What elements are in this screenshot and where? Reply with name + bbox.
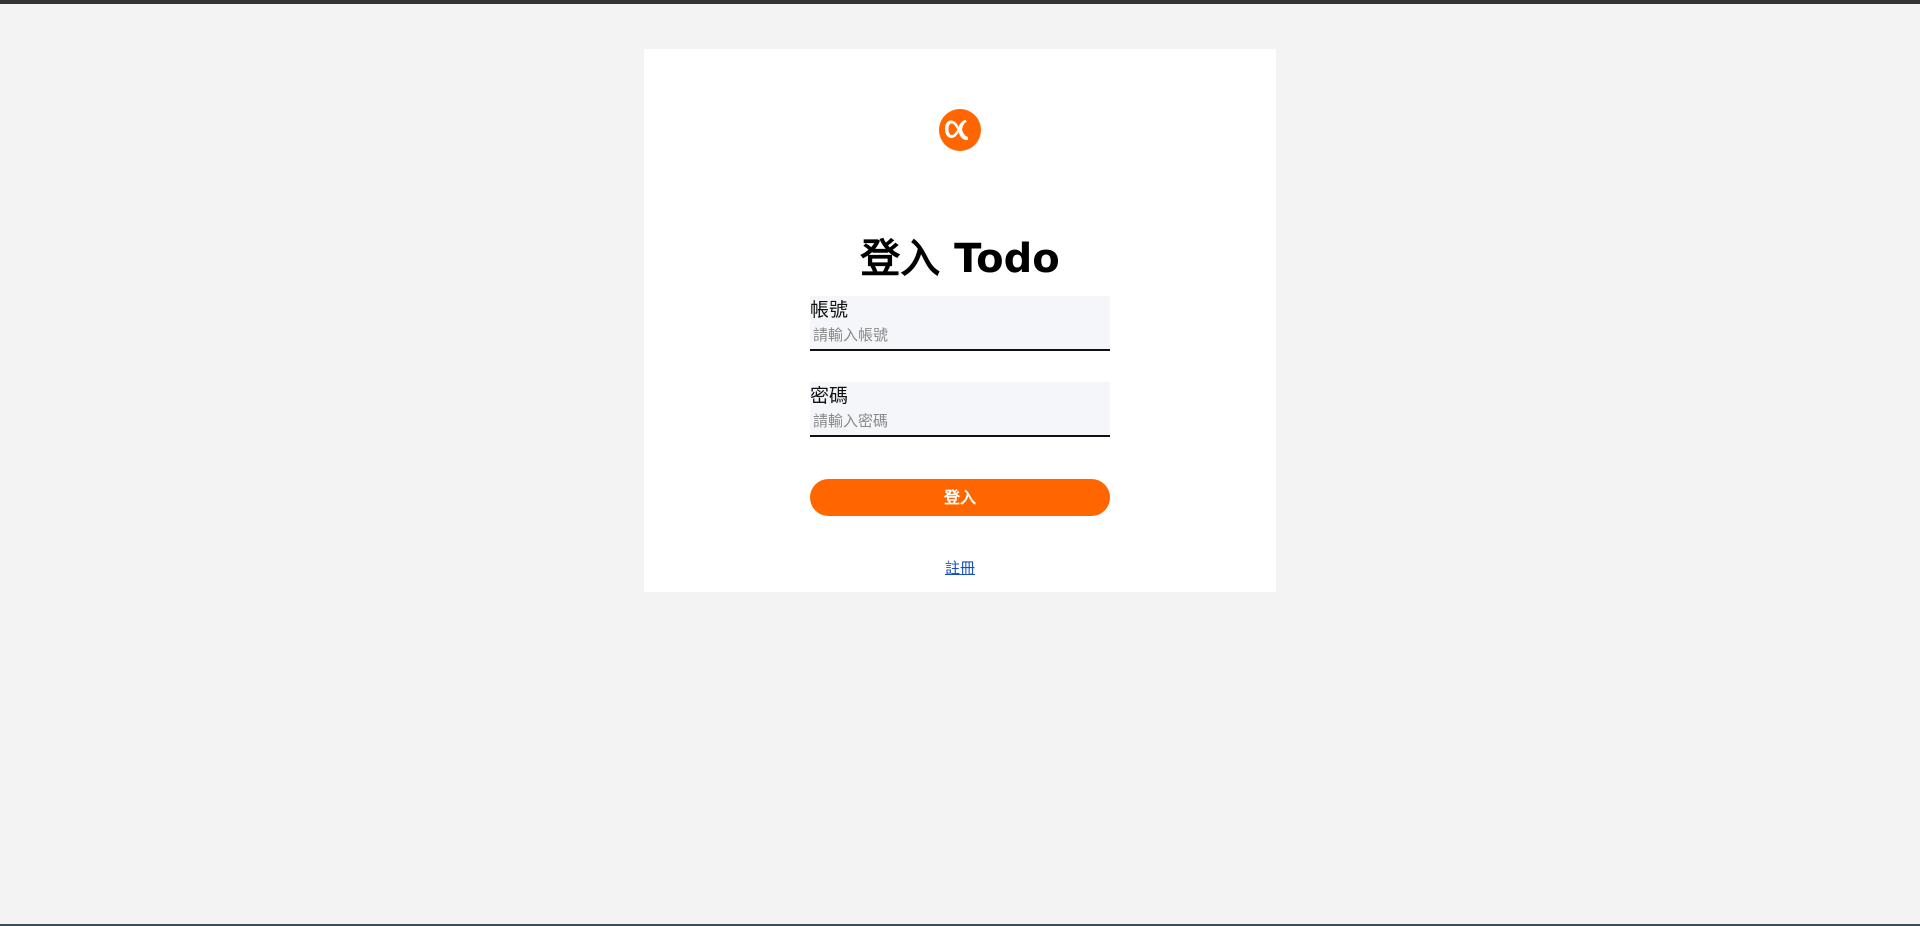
- page-title: 登入 Todo: [860, 236, 1060, 282]
- username-input[interactable]: [810, 324, 1112, 346]
- password-label: 密碼: [810, 385, 849, 407]
- login-button[interactable]: 登入: [810, 479, 1110, 516]
- alpha-logo-icon: [938, 108, 982, 152]
- password-input[interactable]: [810, 410, 1112, 432]
- register-link[interactable]: 註冊: [945, 559, 975, 577]
- password-field[interactable]: 密碼: [810, 382, 1112, 437]
- login-card: 登入 Todo 帳號 密碼 登入 註冊: [644, 49, 1276, 592]
- window-top-bar: [0, 0, 1920, 4]
- register-link-container: 註冊: [644, 558, 1276, 578]
- username-field[interactable]: 帳號: [810, 296, 1112, 351]
- username-label: 帳號: [810, 299, 849, 321]
